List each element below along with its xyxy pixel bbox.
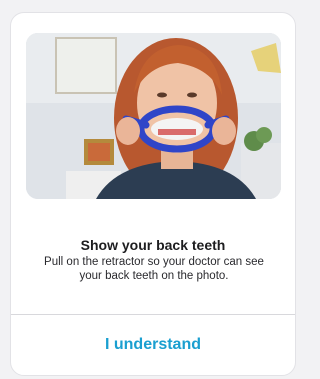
retractor-example-photo [26, 33, 281, 199]
instruction-dialog: Show your back teeth Pull on the retract… [10, 12, 296, 376]
dialog-title: Show your back teeth [80, 237, 226, 253]
dialog-message: Pull on the retractor so your doctor can… [44, 256, 264, 282]
i-understand-button[interactable]: I understand [11, 315, 295, 375]
